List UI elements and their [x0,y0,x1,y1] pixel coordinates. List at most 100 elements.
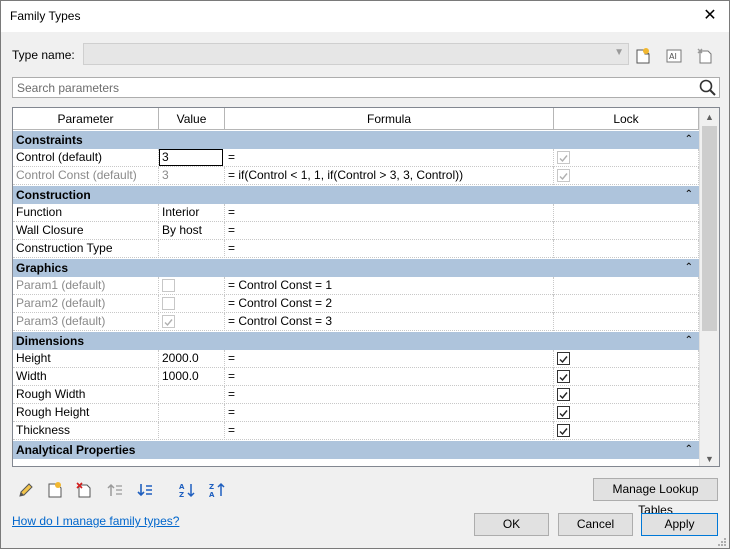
group-header-constraints[interactable]: Constraints ⌃ [13,130,699,149]
help-link[interactable]: How do I manage family types? [12,514,179,528]
table-row[interactable]: Control (default) 3 = [13,149,699,167]
formula-cell[interactable]: = [225,404,554,422]
title-bar: Family Types ✕ [1,1,729,32]
collapse-chevron-icon[interactable]: ⌃ [685,332,693,350]
move-up-icon[interactable] [104,479,126,501]
lock-cell[interactable] [554,422,699,440]
delete-type-icon[interactable] [694,45,716,67]
group-title: Construction [16,188,91,202]
lock-checkbox[interactable] [557,406,570,419]
lock-cell[interactable] [554,350,699,368]
group-header-construction[interactable]: Construction ⌃ [13,185,699,204]
group-header-graphics[interactable]: Graphics ⌃ [13,258,699,277]
column-header-formula[interactable]: Formula [225,108,554,130]
formula-cell[interactable]: = [225,204,554,222]
search-placeholder: Search parameters [17,81,120,95]
value-edit-field[interactable]: 3 [159,149,223,166]
lock-checkbox[interactable] [557,352,570,365]
formula-cell[interactable]: = [225,240,554,258]
formula-cell[interactable]: = [225,149,554,167]
value-cell[interactable] [159,240,225,258]
formula-cell[interactable]: = [225,422,554,440]
lock-checkbox[interactable] [557,424,570,437]
window-title: Family Types [10,9,81,23]
apply-button[interactable]: Apply [641,513,718,536]
lock-cell[interactable] [554,368,699,386]
param-name: Rough Width [13,386,159,404]
chevron-down-icon: ▼ [614,47,624,58]
resize-grip-icon[interactable] [717,536,727,546]
formula-cell[interactable]: = [225,368,554,386]
rename-type-icon[interactable]: AI [663,45,685,67]
formula-cell[interactable]: = Control Const = 1 [225,277,554,295]
value-checkbox [162,297,175,310]
table-row[interactable]: Rough Width = [13,386,699,404]
group-header-dimensions[interactable]: Dimensions ⌃ [13,331,699,350]
edit-parameter-icon[interactable] [15,479,37,501]
lock-cell [554,240,699,258]
manage-lookup-tables-button[interactable]: Manage Lookup Tables [593,478,718,517]
scrollbar-thumb[interactable] [702,126,717,331]
column-header-lock[interactable]: Lock [554,108,699,130]
param-name: Wall Closure [13,222,159,240]
collapse-chevron-icon[interactable]: ⌃ [685,259,693,277]
table-row[interactable]: Param1 (default) = Control Const = 1 [13,277,699,295]
lock-checkbox[interactable] [557,370,570,383]
value-cell[interactable]: By host [159,222,225,240]
table-row[interactable]: Function Interior = [13,204,699,222]
formula-cell[interactable]: = if(Control < 1, 1, if(Control > 3, 3, … [225,167,554,185]
scroll-up-icon[interactable]: ▲ [705,112,714,122]
lock-checkbox[interactable] [557,388,570,401]
lock-cell[interactable] [554,149,699,167]
ok-button[interactable]: OK [474,513,549,536]
group-header-analytical-properties[interactable]: Analytical Properties ⌃ [13,440,699,459]
svg-text:Z: Z [179,491,184,499]
formula-cell[interactable]: = [225,222,554,240]
sort-descending-icon[interactable]: Z A [206,479,228,501]
column-header-parameter[interactable]: Parameter [13,108,159,130]
value-cell[interactable] [159,404,225,422]
new-parameter-icon[interactable] [44,479,66,501]
value-cell[interactable]: 1000.0 [159,368,225,386]
search-icon[interactable] [698,78,717,97]
search-parameters-input[interactable]: Search parameters [12,77,720,98]
type-name-label: Type name: [12,48,75,62]
value-cell[interactable] [159,422,225,440]
collapse-chevron-icon[interactable]: ⌃ [685,441,693,459]
move-down-icon[interactable] [134,479,156,501]
collapse-chevron-icon[interactable]: ⌃ [685,186,693,204]
formula-cell[interactable]: = [225,350,554,368]
table-row[interactable]: Construction Type = [13,240,699,258]
lock-cell[interactable] [554,167,699,185]
type-name-dropdown[interactable]: ▼ [83,43,629,65]
formula-cell[interactable]: = [225,386,554,404]
vertical-scrollbar[interactable]: ▲ ▼ [699,108,719,466]
lock-cell[interactable] [554,404,699,422]
table-row[interactable]: Thickness = [13,422,699,440]
table-row[interactable]: Wall Closure By host = [13,222,699,240]
table-row[interactable]: Height 2000.0 = [13,350,699,368]
sort-ascending-icon[interactable]: A Z [176,479,198,501]
table-row[interactable]: Rough Height = [13,404,699,422]
close-icon[interactable]: ✕ [697,4,723,28]
table-row[interactable]: Control Const (default) 3 = if(Control <… [13,167,699,185]
param-name: Param1 (default) [13,277,159,295]
new-type-icon[interactable] [632,45,654,67]
formula-cell[interactable]: = Control Const = 3 [225,313,554,331]
column-header-value[interactable]: Value [159,108,225,130]
lock-cell[interactable] [554,386,699,404]
value-cell[interactable] [159,386,225,404]
table-row[interactable]: Param2 (default) = Control Const = 2 [13,295,699,313]
value-cell[interactable]: 2000.0 [159,350,225,368]
value-cell [159,277,225,295]
table-row[interactable]: Width 1000.0 = [13,368,699,386]
collapse-chevron-icon[interactable]: ⌃ [685,131,693,149]
scroll-down-icon[interactable]: ▼ [705,454,714,464]
value-cell[interactable]: Interior [159,204,225,222]
table-row[interactable]: Param3 (default) = Control Const = 3 [13,313,699,331]
formula-cell[interactable]: = Control Const = 2 [225,295,554,313]
delete-parameter-icon[interactable] [73,479,95,501]
param-name: Rough Height [13,404,159,422]
cancel-button[interactable]: Cancel [558,513,633,536]
lock-cell [554,277,699,295]
